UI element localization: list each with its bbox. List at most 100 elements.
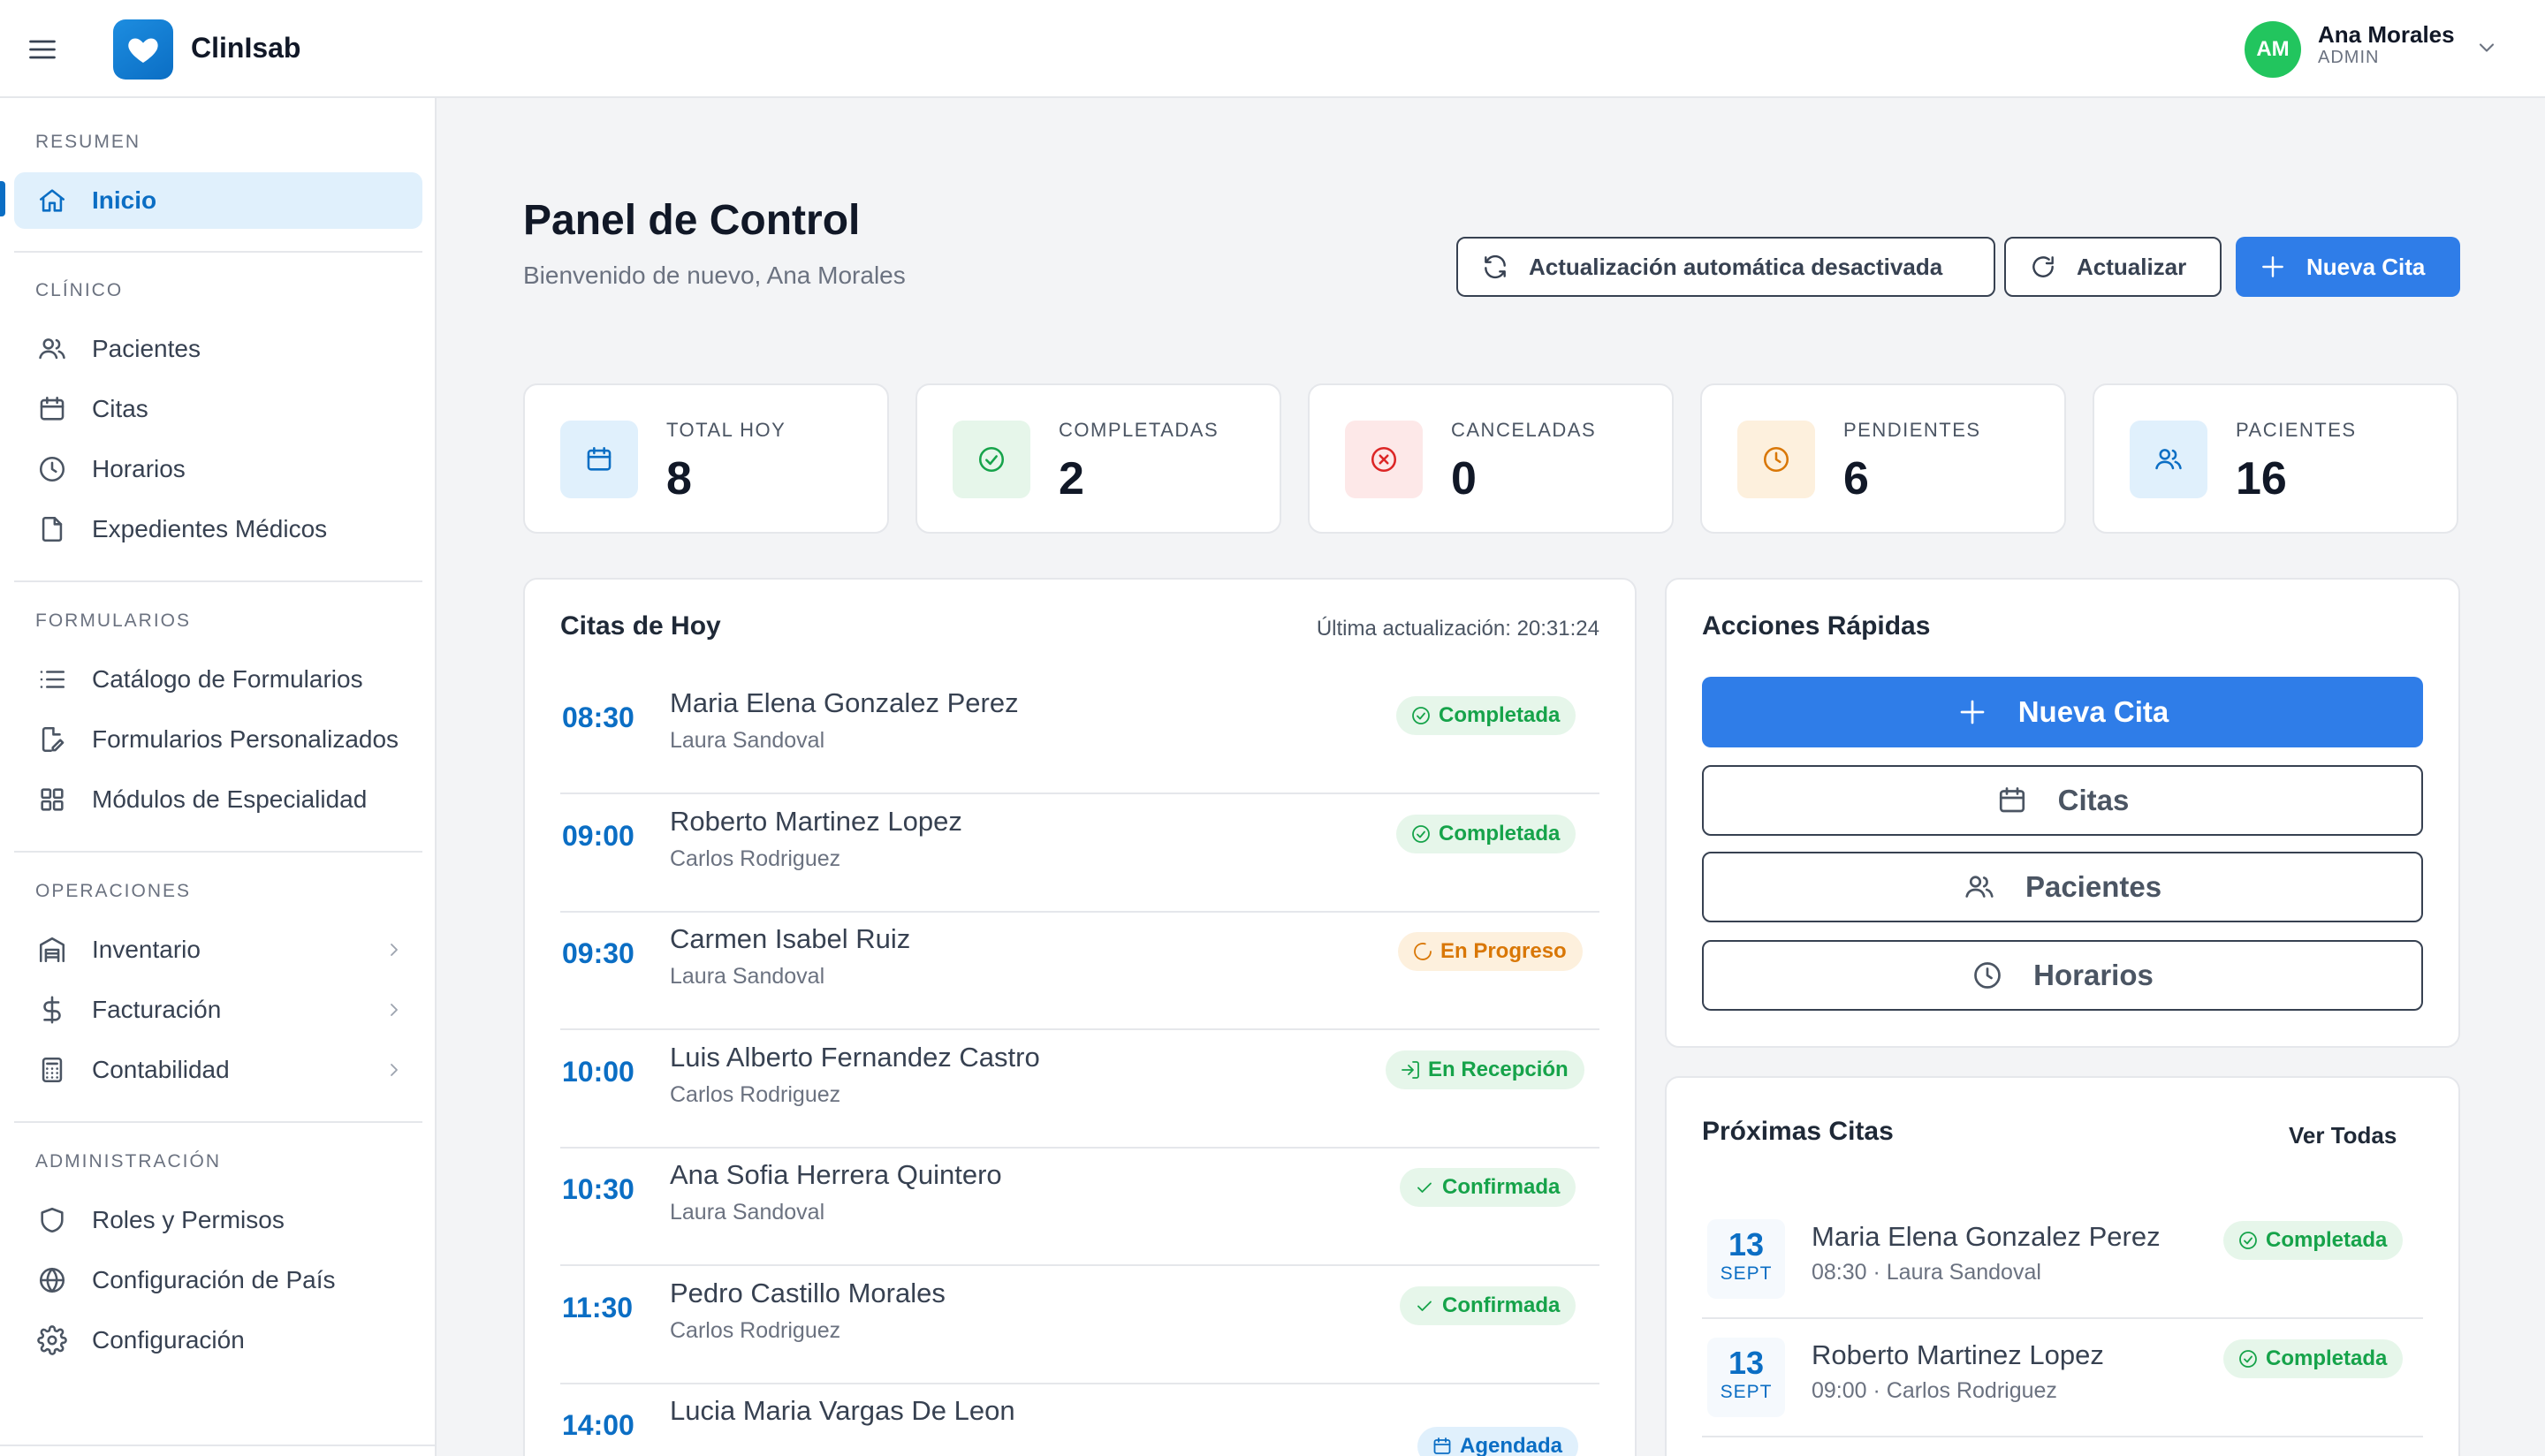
appointment-patient: Luis Alberto Fernandez Castro: [670, 1041, 1040, 1073]
sidebar-item-roles-y-permisos[interactable]: Roles y Permisos: [14, 1192, 422, 1248]
appointment-row[interactable]: 10:00 Luis Alberto Fernandez Castro Carlos…: [560, 1031, 1599, 1149]
appointment-time: 14:00: [562, 1409, 634, 1441]
sidebar-item-label: Pacientes: [92, 335, 201, 362]
sidebar-item-pacientes[interactable]: Pacientes: [14, 321, 422, 377]
sidebar-divider: [14, 580, 422, 582]
login-icon: [1402, 1060, 1419, 1079]
appointment-row[interactable]: 09:00 Roberto Martinez Lopez Carlos Rodrig…: [560, 795, 1599, 913]
gear-icon: [37, 1325, 67, 1355]
appointment-doctor: Carlos Rodriguez: [670, 846, 841, 871]
appointment-row[interactable]: 10:30 Ana Sofia Herrera Quintero Laura San…: [560, 1149, 1599, 1266]
clock-icon: [39, 456, 65, 482]
sidebar-item-label: Expedientes Médicos: [92, 515, 328, 542]
sidebar-item-facturación[interactable]: Facturación: [14, 982, 422, 1038]
status-label: Confirmada: [1442, 1175, 1561, 1199]
appointment-row[interactable]: 08:30 Maria Elena Gonzalez Perez Laura San…: [560, 677, 1599, 794]
date-month: SEPT: [1720, 1382, 1773, 1402]
new-appointment-button[interactable]: Nueva Cita: [2236, 237, 2460, 297]
status-badge: Completada: [2223, 1339, 2404, 1378]
quick-action-citas-button[interactable]: Citas: [1702, 765, 2423, 836]
stat-card: TOTAL HOY 8: [523, 383, 889, 534]
stat-icon-box: [1737, 421, 1815, 498]
sidebar-item-label: Facturación: [92, 996, 222, 1023]
quick-action-horarios-button[interactable]: Horarios: [1702, 940, 2423, 1011]
avatar[interactable]: AM: [2245, 21, 2301, 78]
sidebar-item-catálogo-de-formularios[interactable]: Catálogo de Formularios: [14, 651, 422, 708]
auto-refresh-toggle-button[interactable]: Actualización automática desactivada: [1456, 237, 1995, 297]
stat-label: TOTAL HOY: [666, 419, 786, 441]
calendar-icon: [1433, 1437, 1451, 1454]
sidebar-divider: [14, 251, 422, 253]
appointment-time: 08:30: [562, 701, 634, 733]
upcoming-appointments-panel: Próximas Citas Ver Todas 13 SEPT Maria Ele…: [1665, 1076, 2460, 1456]
appointment-doctor: Carlos Rodriguez: [670, 1081, 841, 1107]
quick-action-pacientes-button[interactable]: Pacientes: [1702, 852, 2423, 922]
file-edit-icon: [42, 726, 65, 753]
sidebar-item-expedientes-médicos[interactable]: Expedientes Médicos: [14, 501, 422, 557]
page-title: Panel de Control: [523, 197, 861, 244]
refresh-button[interactable]: Actualizar: [2004, 237, 2222, 297]
quick-actions-panel: Acciones Rápidas Nueva Cita Citas Paciente…: [1665, 578, 2460, 1048]
sidebar-item-label: Módulos de Especialidad: [92, 785, 368, 813]
menu-icon[interactable]: [27, 34, 58, 65]
appointment-time: 10:00: [562, 1055, 634, 1088]
sidebar-item-contabilidad[interactable]: Contabilidad: [14, 1042, 422, 1098]
shield-icon: [41, 1207, 64, 1233]
sidebar-item-configuración[interactable]: Configuración: [14, 1312, 422, 1369]
sidebar-item-configuración-de-país[interactable]: Configuración de País: [14, 1252, 422, 1308]
sidebar-item-label: Configuración: [92, 1326, 245, 1354]
plus-icon: [1960, 700, 1985, 724]
sidebar-item-inicio[interactable]: Inicio: [14, 172, 422, 229]
sidebar-item-inventario[interactable]: Inventario: [14, 921, 422, 978]
appointment-doctor: Laura Sandoval: [670, 728, 825, 753]
appointment-patient: Ana Sofia Herrera Quintero: [670, 1159, 1002, 1190]
refresh-label: Actualizar: [2077, 253, 2187, 280]
status-label: Completada: [1439, 703, 1561, 727]
user-name[interactable]: Ana Morales: [2318, 21, 2455, 49]
appointment-row[interactable]: 09:30 Carmen Isabel Ruiz Laura Sandoval En …: [560, 913, 1599, 1030]
dollar-icon: [43, 996, 61, 1024]
stat-value: 16: [2236, 453, 2287, 504]
sidebar-item-módulos-de-especialidad[interactable]: Módulos de Especialidad: [14, 771, 422, 828]
upcoming-title: Próximas Citas: [1702, 1117, 1894, 1146]
chevron-down-icon[interactable]: [2474, 35, 2499, 60]
sidebar-section-title: ADMINISTRACIÓN: [35, 1151, 222, 1172]
quick-action-label: Pacientes: [2025, 870, 2162, 903]
top-bar: ClinIsab AM Ana Morales ADMIN: [0, 0, 2545, 98]
calculator-icon: [42, 1057, 63, 1083]
stat-value: 2: [1059, 453, 1084, 504]
check-circle-icon: [1412, 824, 1430, 843]
users-icon: [39, 338, 65, 360]
stat-value: 8: [666, 453, 692, 504]
status-label: Agendada: [1460, 1434, 1563, 1456]
sidebar-item-label: Horarios: [92, 455, 186, 482]
sidebar-divider: [14, 1121, 422, 1123]
upcoming-item[interactable]: 13 SEPT Maria Elena Gonzalez Perez 08:30 · …: [1702, 1202, 2423, 1319]
sidebar-item-citas[interactable]: Citas: [14, 381, 422, 437]
appointment-time: 10:30: [562, 1173, 634, 1205]
sidebar-item-label: Configuración de País: [92, 1266, 336, 1293]
stat-icon-box: [560, 421, 638, 498]
date-day: 13: [1728, 1345, 1765, 1381]
stat-label: COMPLETADAS: [1059, 419, 1219, 441]
appointment-patient: Roberto Martinez Lopez: [670, 805, 962, 837]
appointment-doctor: Laura Sandoval: [670, 964, 825, 989]
view-all-link[interactable]: Ver Todas: [2289, 1122, 2397, 1149]
stat-icon-box: [2130, 421, 2207, 498]
sidebar-item-label: Citas: [92, 395, 148, 422]
appointment-row[interactable]: 11:30 Pedro Castillo Morales Carlos Rodrig…: [560, 1267, 1599, 1384]
appointment-doctor: Carlos Rodriguez: [670, 1317, 841, 1343]
calendar-icon: [587, 446, 612, 471]
sidebar-item-label: Catálogo de Formularios: [92, 665, 363, 693]
quick-action-nueva-cita-button[interactable]: Nueva Cita: [1702, 677, 2423, 747]
auto-refresh-label: Actualización automática desactivada: [1529, 253, 1943, 280]
sidebar-item-label: Roles y Permisos: [92, 1206, 285, 1233]
date-box: 13 SEPT: [1707, 1338, 1785, 1417]
sidebar-item-formularios-personalizados[interactable]: Formularios Personalizados: [14, 711, 422, 768]
status-badge: Completada: [2223, 1221, 2404, 1260]
sidebar-footer-divider: [0, 1445, 437, 1446]
sidebar-item-horarios[interactable]: Horarios: [14, 441, 422, 497]
status-badge: En Recepción: [1386, 1050, 1584, 1089]
upcoming-item[interactable]: 13 SEPT Roberto Martinez Lopez 09:00 · Carl…: [1702, 1320, 2423, 1437]
appointment-row[interactable]: 14:00 Lucia Maria Vargas De Leon Agendada: [560, 1384, 1599, 1456]
